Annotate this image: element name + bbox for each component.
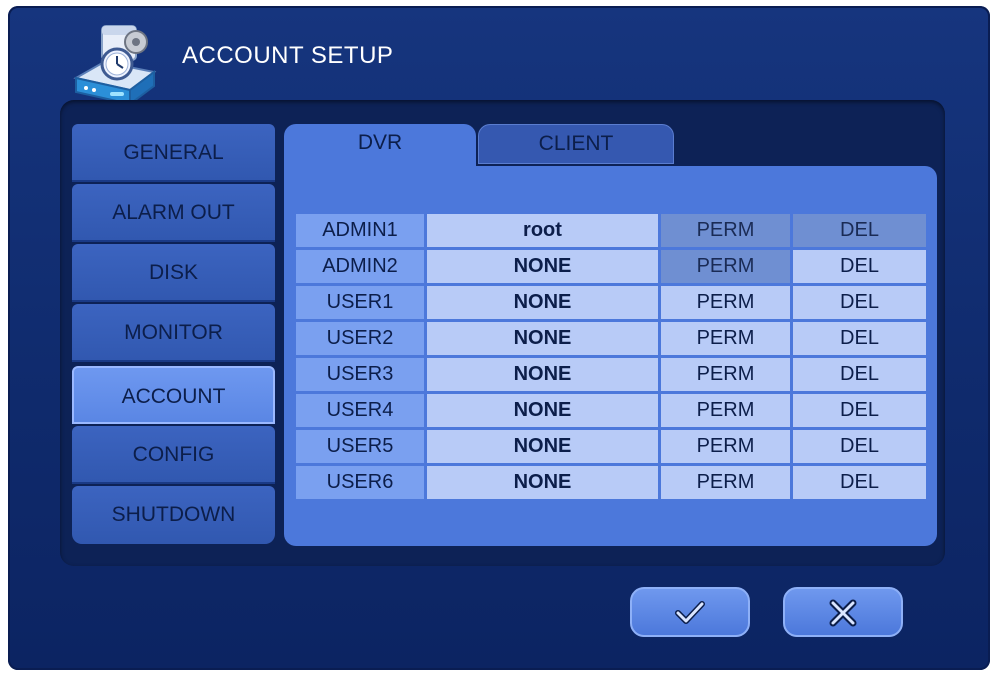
perm-button[interactable]: PERM — [661, 250, 790, 283]
sidebar-item-config[interactable]: CONFIG — [72, 426, 275, 484]
account-name: USER3 — [296, 358, 424, 391]
account-user-field[interactable]: NONE — [427, 430, 658, 463]
account-name: USER4 — [296, 394, 424, 427]
sidebar-item-alarm-out[interactable]: ALARM OUT — [72, 184, 275, 242]
check-icon — [675, 601, 705, 624]
account-user-field[interactable]: root — [427, 214, 658, 247]
account-name: USER2 — [296, 322, 424, 355]
close-icon — [829, 599, 857, 627]
account-user-field[interactable]: NONE — [427, 322, 658, 355]
table-row: USER5 NONE PERM DEL — [296, 430, 926, 463]
account-user-field[interactable]: NONE — [427, 394, 658, 427]
tab-client[interactable]: CLIENT — [478, 124, 674, 164]
sidebar-item-account[interactable]: ACCOUNT — [72, 366, 275, 424]
perm-button[interactable]: PERM — [661, 394, 790, 427]
table-row: USER1 NONE PERM DEL — [296, 286, 926, 319]
table-row: USER6 NONE PERM DEL — [296, 466, 926, 499]
sidebar-item-monitor[interactable]: MONITOR — [72, 304, 275, 362]
delete-button[interactable]: DEL — [793, 430, 926, 463]
table-row: USER4 NONE PERM DEL — [296, 394, 926, 427]
account-user-field[interactable]: NONE — [427, 250, 658, 283]
cancel-button[interactable] — [783, 587, 903, 637]
perm-button[interactable]: PERM — [661, 286, 790, 319]
delete-button[interactable]: DEL — [793, 286, 926, 319]
table-row: ADMIN2 NONE PERM DEL — [296, 250, 926, 283]
account-name: USER6 — [296, 466, 424, 499]
delete-button[interactable]: DEL — [793, 250, 926, 283]
perm-button[interactable]: PERM — [661, 358, 790, 391]
page-title: ACCOUNT SETUP — [182, 42, 394, 69]
perm-button[interactable]: PERM — [661, 430, 790, 463]
account-user-field[interactable]: NONE — [427, 286, 658, 319]
delete-button[interactable]: DEL — [793, 466, 926, 499]
perm-button[interactable]: PERM — [661, 322, 790, 355]
account-setup-icon — [70, 20, 160, 110]
delete-button[interactable]: DEL — [793, 358, 926, 391]
delete-button[interactable]: DEL — [793, 214, 926, 247]
account-name: ADMIN1 — [296, 214, 424, 247]
sidebar-item-shutdown[interactable]: SHUTDOWN — [72, 486, 275, 544]
perm-button[interactable]: PERM — [661, 466, 790, 499]
account-user-field[interactable]: NONE — [427, 358, 658, 391]
account-name: USER1 — [296, 286, 424, 319]
sidebar-item-general[interactable]: GENERAL — [72, 124, 275, 182]
account-user-field[interactable]: NONE — [427, 466, 658, 499]
account-name: USER5 — [296, 430, 424, 463]
delete-button[interactable]: DEL — [793, 394, 926, 427]
table-row: USER3 NONE PERM DEL — [296, 358, 926, 391]
account-name: ADMIN2 — [296, 250, 424, 283]
delete-button[interactable]: DEL — [793, 322, 926, 355]
table-row: ADMIN1 root PERM DEL — [296, 214, 926, 247]
tab-dvr[interactable]: DVR — [284, 124, 476, 168]
table-row: USER2 NONE PERM DEL — [296, 322, 926, 355]
sidebar-item-disk[interactable]: DISK — [72, 244, 275, 302]
perm-button[interactable]: PERM — [661, 214, 790, 247]
ok-button[interactable] — [630, 587, 750, 637]
